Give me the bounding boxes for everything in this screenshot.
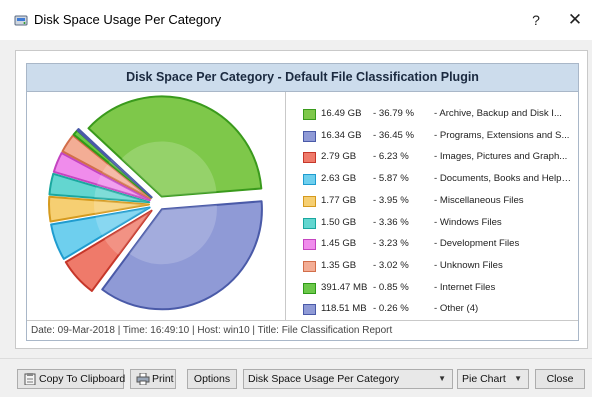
legend-row: 2.79 GB - 6.23 % - Images, Pictures and Gr… bbox=[286, 146, 578, 168]
chart-frame: Disk Space Per Category - Default File C… bbox=[26, 63, 579, 341]
legend-swatch bbox=[303, 304, 316, 316]
options-button[interactable]: Options bbox=[187, 369, 237, 389]
print-label: Print bbox=[152, 373, 174, 385]
close-button[interactable]: Close bbox=[535, 369, 585, 389]
legend-label: - Documents, Books and Help ... bbox=[434, 173, 572, 185]
legend-swatch bbox=[303, 109, 316, 120]
legend-percent: - 6.23 % bbox=[373, 151, 409, 163]
print-button[interactable]: Print bbox=[130, 369, 176, 389]
window-title: Disk Space Usage Per Category bbox=[34, 12, 222, 27]
chart-status-line: Date: 09-Mar-2018 | Time: 16:49:10 | Hos… bbox=[27, 320, 578, 340]
legend-swatch bbox=[303, 260, 316, 272]
pie-chart-area bbox=[27, 92, 285, 320]
report-select[interactable]: Disk Space Usage Per Category ▼ bbox=[243, 369, 453, 389]
legend-percent: - 3.23 % bbox=[373, 238, 409, 250]
legend-percent: - 0.26 % bbox=[373, 303, 409, 315]
legend-row: 1.77 GB - 3.95 % - Miscellaneous Files bbox=[286, 190, 578, 212]
legend-size: 1.35 GB bbox=[321, 259, 357, 271]
legend-row: 1.35 GB - 3.02 % - Unknown Files bbox=[286, 255, 578, 277]
legend-swatch bbox=[303, 282, 316, 294]
legend-percent: - 3.36 % bbox=[373, 216, 409, 228]
dialog-body: Disk Space Per Category - Default File C… bbox=[0, 40, 592, 397]
options-label: Options bbox=[193, 373, 231, 385]
legend-swatch bbox=[303, 152, 316, 164]
legend-label: - Miscellaneous Files bbox=[434, 194, 524, 206]
legend-label: - Other (4) bbox=[434, 303, 479, 315]
chart-title: Disk Space Per Category - Default File C… bbox=[27, 64, 578, 92]
legend-size: 391.47 MB bbox=[321, 281, 368, 293]
help-button[interactable]: ? bbox=[521, 8, 551, 32]
legend-size: 16.49 GB bbox=[321, 108, 362, 119]
chevron-down-icon: ▼ bbox=[438, 374, 446, 383]
legend-label: - Development Files bbox=[434, 238, 520, 250]
chart-type-select-value: Pie Chart bbox=[462, 373, 506, 385]
legend-row: 118.51 MB - 0.26 % - Other (4) bbox=[286, 298, 578, 320]
legend-row: 16.49 GB - 36.79 % - Archive, Backup and D… bbox=[286, 103, 578, 125]
legend-swatch bbox=[303, 195, 316, 207]
chart-legend: 16.49 GB - 36.79 % - Archive, Backup and D… bbox=[285, 92, 578, 320]
report-select-value: Disk Space Usage Per Category bbox=[248, 373, 400, 385]
legend-size: 1.50 GB bbox=[321, 216, 357, 228]
legend-percent: - 5.87 % bbox=[373, 173, 409, 185]
chart-panel: Disk Space Per Category - Default File C… bbox=[15, 50, 588, 349]
clipboard-icon bbox=[24, 373, 36, 385]
legend-percent: - 3.95 % bbox=[373, 194, 409, 206]
title-bar: Disk Space Usage Per Category ? ✕ bbox=[0, 0, 592, 40]
chart-type-select[interactable]: Pie Chart ▼ bbox=[457, 369, 529, 389]
copy-to-clipboard-button[interactable]: Copy To Clipboard bbox=[17, 369, 126, 389]
legend-row: 391.47 MB - 0.85 % - Internet Files bbox=[286, 277, 578, 299]
legend-label: - Archive, Backup and Disk I... bbox=[434, 108, 562, 119]
legend-row: 1.45 GB - 3.23 % - Development Files bbox=[286, 233, 578, 255]
legend-label: - Unknown Files bbox=[434, 259, 503, 271]
close-label: Close bbox=[546, 373, 574, 385]
window-close-button[interactable]: ✕ bbox=[560, 8, 590, 32]
legend-swatch bbox=[303, 174, 316, 186]
legend-label: - Internet Files bbox=[434, 281, 496, 293]
legend-row: 1.50 GB - 3.36 % - Windows Files bbox=[286, 212, 578, 234]
legend-label: - Windows Files bbox=[434, 216, 502, 228]
legend-swatch bbox=[303, 239, 316, 251]
legend-size: 2.79 GB bbox=[321, 151, 357, 163]
legend-row: 2.63 GB - 5.87 % - Documents, Books and He… bbox=[286, 168, 578, 190]
printer-icon bbox=[136, 373, 150, 385]
chevron-down-icon: ▼ bbox=[514, 374, 522, 383]
legend-size: 1.77 GB bbox=[321, 194, 357, 206]
legend-label: - Programs, Extensions and S... bbox=[434, 129, 570, 141]
legend-size: 1.45 GB bbox=[321, 238, 357, 250]
pie-chart bbox=[48, 95, 263, 311]
disk-app-icon bbox=[14, 15, 28, 26]
legend-swatch bbox=[303, 130, 316, 142]
legend-percent: - 36.45 % bbox=[373, 129, 415, 141]
legend-label: - Images, Pictures and Graph... bbox=[434, 151, 568, 163]
legend-percent: - 36.79 % bbox=[373, 108, 415, 119]
copy-to-clipboard-label: Copy To Clipboard bbox=[39, 373, 126, 385]
legend-swatch bbox=[303, 217, 316, 229]
legend-size: 2.63 GB bbox=[321, 173, 357, 185]
legend-size: 16.34 GB bbox=[321, 129, 362, 141]
legend-row: 16.34 GB - 36.45 % - Programs, Extensions … bbox=[286, 125, 578, 147]
legend-percent: - 0.85 % bbox=[373, 281, 409, 293]
legend-size: 118.51 MB bbox=[321, 303, 367, 315]
button-bar-divider bbox=[0, 358, 592, 359]
legend-percent: - 3.02 % bbox=[373, 259, 409, 271]
